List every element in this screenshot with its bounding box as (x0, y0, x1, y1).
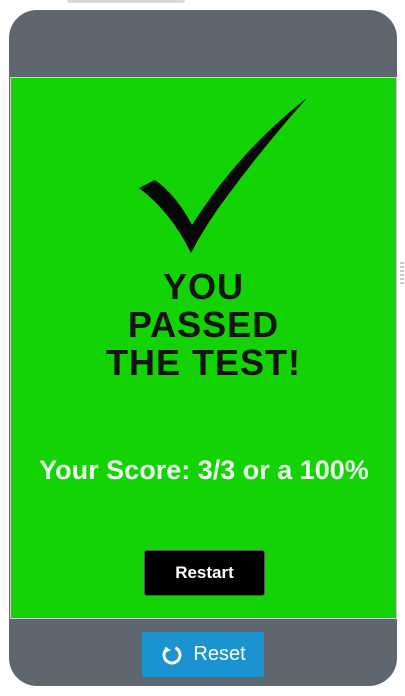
heading-line-3: THE TEST! (106, 342, 301, 383)
reset-button[interactable]: Reset (142, 632, 264, 677)
device-frame: YOU PASSED THE TEST! Your Score: 3/3 or … (9, 10, 397, 686)
score-text: Your Score: 3/3 or a 100% (39, 455, 369, 485)
result-screen: YOU PASSED THE TEST! Your Score: 3/3 or … (10, 77, 397, 619)
heading-line-2: PASSED (127, 304, 280, 345)
checkmark-icon (139, 98, 307, 253)
result-heading: YOU PASSED THE TEST! (11, 268, 396, 382)
heading-line-1: YOU (162, 266, 244, 307)
resize-handle[interactable] (400, 262, 404, 284)
reset-label: Reset (193, 643, 246, 665)
top-tab (67, 0, 185, 3)
restart-button[interactable]: Restart (144, 550, 265, 596)
refresh-icon (162, 645, 182, 664)
